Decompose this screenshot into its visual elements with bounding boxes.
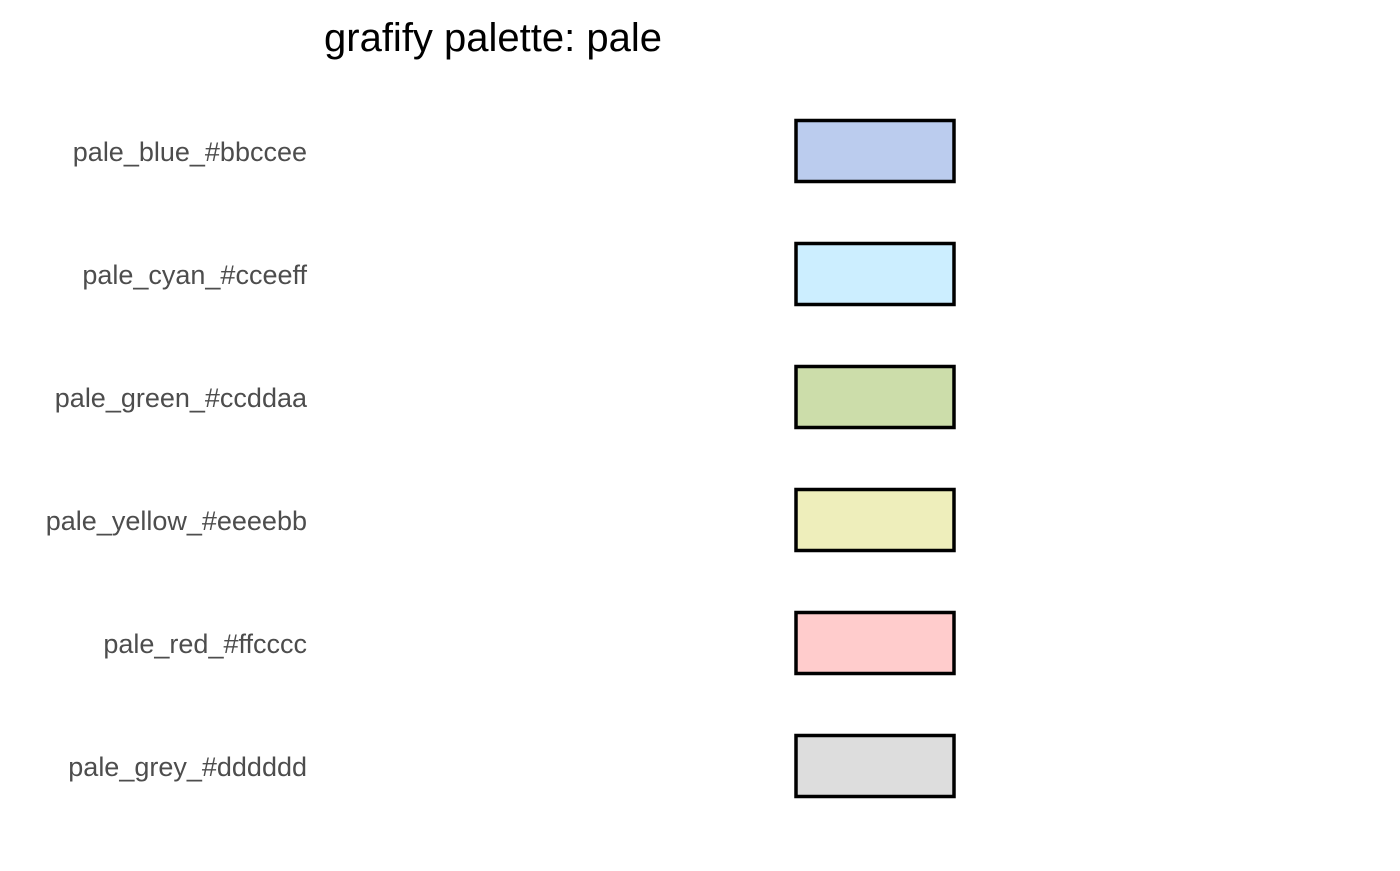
palette-chart: grafify palette: pale pale_blue_#bbccee p…: [0, 0, 1400, 866]
palette-rows: pale_blue_#bbccee pale_cyan_#cceeff pale_g…: [46, 118, 956, 799]
color-swatch: [794, 118, 956, 184]
color-swatch: [794, 487, 956, 553]
color-swatch: [794, 241, 956, 307]
tick-label: pale_red_#ffcccc: [103, 629, 307, 659]
palette-chart-svg: grafify palette: pale pale_blue_#bbcceep…: [46, 16, 956, 799]
tick-label: pale_cyan_#cceeff: [82, 260, 307, 290]
color-swatch: [794, 610, 956, 676]
tick-label: pale_yellow_#eeeebb: [46, 506, 307, 536]
tick-label: pale_blue_#bbccee: [73, 137, 307, 167]
color-swatch: [794, 733, 956, 799]
tick-label: pale_green_#ccddaa: [55, 383, 308, 413]
color-swatch: [794, 364, 956, 430]
chart-title: grafify palette: pale: [324, 16, 662, 60]
tick-label: pale_grey_#dddddd: [68, 752, 307, 782]
